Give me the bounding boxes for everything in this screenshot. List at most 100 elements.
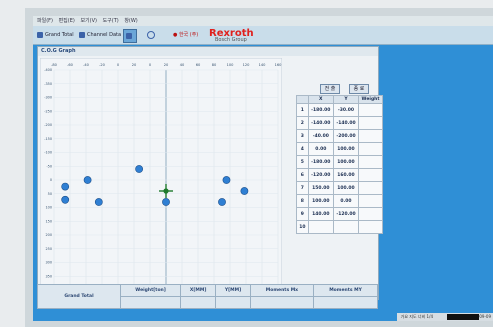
cog-point [163,188,169,194]
cell-w [358,103,383,117]
data-point[interactable] [83,176,92,184]
data-point[interactable] [218,198,226,206]
table-row[interactable]: 5 -180.00 100.00 [296,155,383,169]
cell-w [358,129,383,143]
cell-no: 8 [296,194,309,208]
table-row[interactable]: 6 -120.00 160.00 [296,168,383,182]
cell-w [358,181,383,195]
table-row[interactable]: 3 -40.00 -200.00 [296,129,383,143]
menu-file[interactable]: 파일(F) [37,16,53,26]
cell-no: 10 [296,220,309,234]
y-tick-label: -400 [44,68,52,72]
table-header-row: X Y Weight [296,95,383,104]
data-point[interactable] [94,198,103,206]
cell-w [358,168,383,182]
cell-w [358,116,383,130]
channel-data-button[interactable]: Channel Data [77,29,123,41]
y-tick-label: -150 [44,137,52,141]
summary-y-value [215,296,251,309]
grand-total-row-label: Grand Total [37,284,121,309]
summary-table: Grand Total Weight[ton] X[MM] Y[MM] Mome… [37,284,378,309]
app-window: 파일(F) 편집(E) 보기(V) 도구(T) 창(W) Grand Total… [33,16,493,321]
data-point[interactable] [61,195,70,204]
summary-col-my: Moments MY [313,284,378,297]
table-row[interactable]: 4 0.00 100.00 [296,142,383,156]
cell-x [307,220,334,234]
menu-view[interactable]: 보기(V) [80,16,97,26]
y-tick-label: 300 [46,261,52,265]
col-no [296,95,309,104]
grand-total-button[interactable]: Grand Total [35,29,76,41]
cell-y: 160.00 [332,168,360,182]
y-tick-label: -350 [44,82,52,86]
table-row[interactable]: 9 140.00 -120.00 [296,207,383,221]
data-point[interactable] [61,182,70,191]
y-tick-label: 250 [46,247,52,251]
cell-x: -180.00 [307,103,334,117]
y-tick-label: -50 [46,164,52,168]
cell-x: -140.00 [307,116,334,130]
cell-y: 100.00 [332,181,360,195]
cell-x: 100.00 [307,194,334,208]
summary-x-value [180,296,217,309]
summary-col-mx: Moments Mx [249,284,315,297]
cell-no: 6 [296,168,309,182]
cell-y: 100.00 [332,155,360,169]
x-tick-label: -80 [51,63,58,67]
summary-mx-value [249,296,315,309]
x-tick-label: 100 [227,63,235,67]
y-tick-label: 150 [46,219,52,223]
cog-chart: -80 -60 -40 -20 0 20 0 20 40 60 80 100 120 140 160 -40… [40,58,282,296]
cell-y: -200.00 [332,129,360,143]
x-tick-label: 140 [259,63,267,67]
toolbar: Grand Total Channel Data ● 한국 (주) Rexrot… [33,26,493,45]
table-row[interactable]: 7 150.00 100.00 [296,181,383,195]
cell-no: 2 [296,116,309,130]
table-row[interactable]: 2 -140.00 -140.00 [296,116,383,130]
menu-window[interactable]: 창(W) [124,16,137,26]
summary-col-x: X[MM] [180,284,217,297]
panel-title: C.O.G Graph [38,47,378,56]
table-row[interactable]: 8 100.00 0.00 [296,194,383,208]
y-tick-label: -100 [44,151,52,155]
menu-edit[interactable]: 편집(E) [59,16,75,26]
summary-weight-value [119,296,182,309]
channel-data-icon [79,31,85,38]
x-tick-label: 160 [275,63,282,67]
summary-my-value [313,296,378,309]
summary-header-row: Grand Total Weight[ton] X[MM] Y[MM] Mome… [37,284,378,309]
cell-y: -140.00 [332,116,360,130]
graph-view-button[interactable] [123,29,137,43]
data-point[interactable] [222,176,231,184]
x-tick-label: 120 [243,63,251,67]
col-weight: Weight [358,95,383,104]
output-button[interactable]: 전 출 [320,84,340,94]
cell-y [332,220,360,234]
cell-no: 5 [296,155,309,169]
cell-y: 100.00 [332,142,360,156]
cell-w [358,207,383,221]
cell-y: -120.00 [332,207,360,221]
x-tick-label: -20 [99,63,106,67]
menu-tools[interactable]: 도구(T) [103,16,119,26]
summary-col-y: Y[MM] [215,284,251,297]
col-y: Y [332,95,360,104]
table-row[interactable]: 1 -180.00 -30.00 [296,103,383,117]
x-tick-label: -60 [67,63,74,67]
data-point[interactable] [135,165,144,173]
x-tick-label: 20 [132,63,137,67]
table-row[interactable]: 10 [296,220,383,234]
cell-y: -30.00 [332,103,360,117]
cell-y: 0.00 [332,194,360,208]
y-tick-label: -200 [44,123,52,127]
cell-x: -120.00 [307,168,334,182]
cell-w [358,220,383,234]
settings-button[interactable] [145,29,159,41]
cell-w [358,142,383,156]
summary-col-weight: Weight[ton] [119,284,182,297]
cell-w [358,155,383,169]
cell-x: 140.00 [307,207,334,221]
data-point[interactable] [162,198,170,206]
close-button[interactable]: 종 료 [349,84,369,94]
data-point[interactable] [240,187,249,195]
